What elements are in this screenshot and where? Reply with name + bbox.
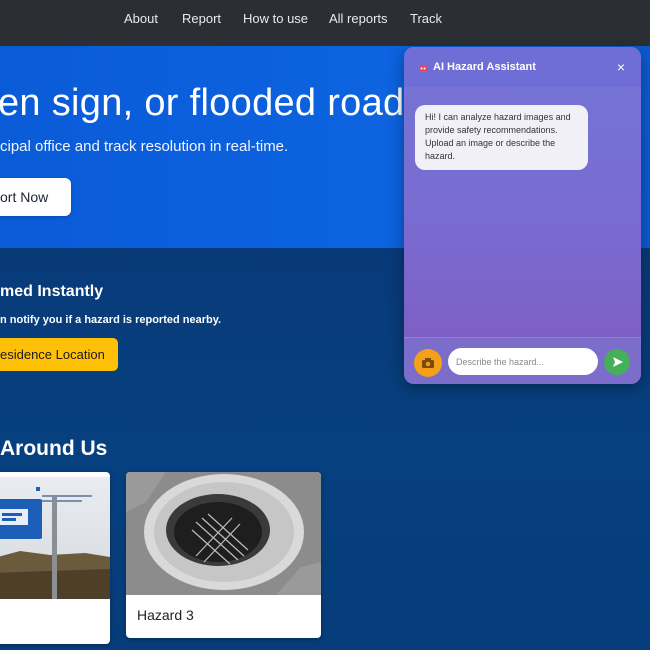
- hazard-card[interactable]: [0, 472, 110, 644]
- nav-link-track[interactable]: Track: [410, 11, 442, 26]
- close-icon[interactable]: ×: [614, 59, 628, 75]
- report-now-button[interactable]: ort Now: [0, 178, 71, 216]
- notify-title: med Instantly: [0, 283, 104, 300]
- hero-subtitle: cipal office and track resolution in rea…: [0, 138, 289, 155]
- nav-link-all-reports[interactable]: All reports: [329, 11, 388, 26]
- chat-input-bar: [404, 337, 641, 384]
- nav-link-report[interactable]: Report: [182, 11, 221, 26]
- hazard-image-road-sign: [0, 477, 110, 599]
- hazard-image-open-manhole: [126, 472, 321, 595]
- hazards-section-title: Around Us: [0, 437, 108, 460]
- hazard-card[interactable]: Hazard 3: [126, 472, 321, 638]
- robot-icon: [417, 61, 429, 73]
- chat-title: AI Hazard Assistant: [433, 61, 536, 73]
- send-icon: [613, 357, 623, 367]
- upload-image-button[interactable]: [414, 349, 442, 377]
- ai-hazard-assistant-panel: AI Hazard Assistant × Hi! I can analyze …: [404, 47, 641, 384]
- hazard-description-input[interactable]: [448, 348, 598, 375]
- hero-title: en sign, or flooded road: [0, 82, 405, 124]
- camera-icon: [422, 358, 434, 368]
- hazard-card-caption: Hazard 3: [137, 607, 194, 623]
- set-residence-location-button[interactable]: esidence Location: [0, 338, 118, 371]
- notify-text: n notify you if a hazard is reported nea…: [0, 314, 222, 326]
- top-navbar: About Report How to use All reports Trac…: [0, 0, 650, 46]
- send-button[interactable]: [604, 349, 630, 375]
- nav-link-about[interactable]: About: [124, 11, 158, 26]
- nav-link-how-to-use[interactable]: How to use: [243, 11, 308, 26]
- assistant-message: Hi! I can analyze hazard images and prov…: [415, 105, 588, 170]
- chat-header: AI Hazard Assistant ×: [404, 47, 641, 87]
